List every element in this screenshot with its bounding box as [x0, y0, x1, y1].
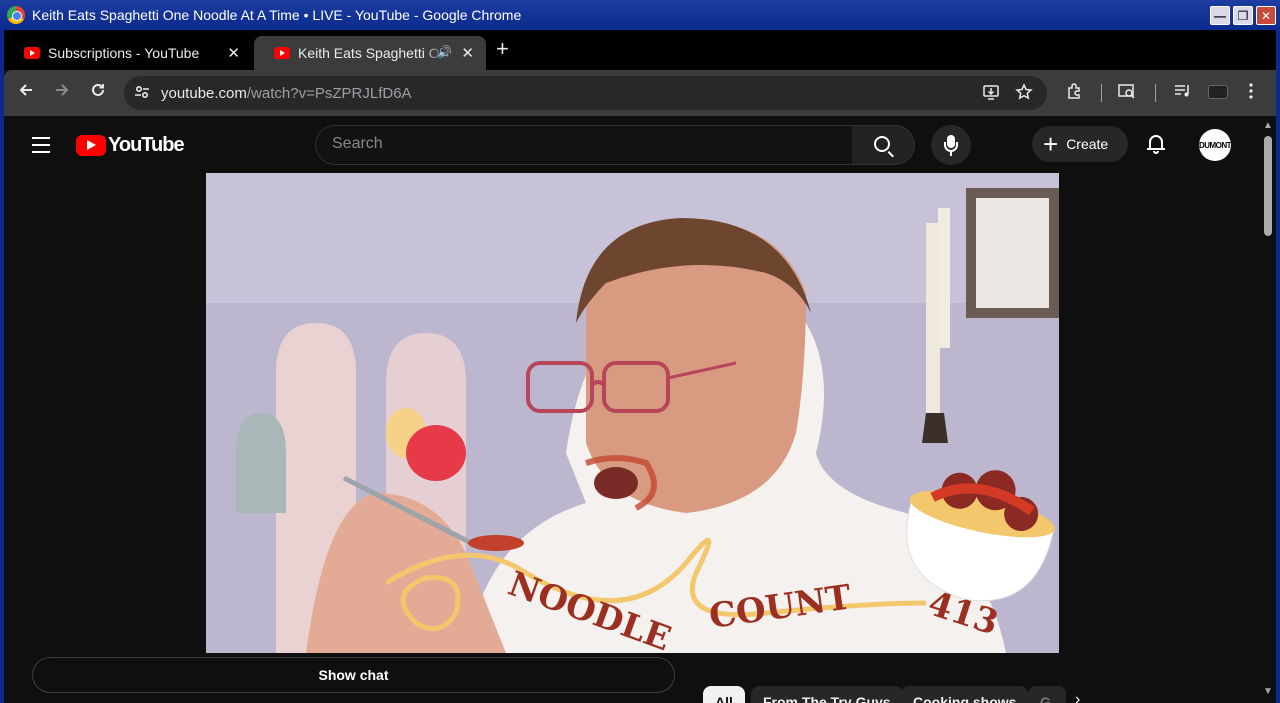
account-avatar[interactable]: DUMONT — [1199, 129, 1232, 161]
search-icon — [874, 136, 890, 152]
back-icon[interactable] — [18, 82, 34, 98]
reload-icon[interactable] — [90, 82, 106, 98]
chip-partial[interactable]: G — [1028, 686, 1066, 703]
create-label: Create — [1066, 136, 1109, 152]
video-frame: NOODLE COUNT 413 — [206, 173, 1059, 653]
masthead: YouTube + Create DUMONT — [4, 116, 1260, 173]
search-box[interactable] — [315, 125, 853, 165]
page-scrollbar[interactable]: ▲ ▼ — [1260, 116, 1276, 703]
window-title: Keith Eats Spaghetti One Noodle At A Tim… — [32, 7, 522, 23]
chrome-logo-icon — [7, 6, 25, 24]
chip-from-channel[interactable]: From The Try Guys — [751, 686, 903, 703]
show-chat-button[interactable]: Show chat — [32, 657, 675, 693]
youtube-logo[interactable]: YouTube — [76, 134, 185, 157]
scrollbar-thumb[interactable] — [1264, 136, 1272, 236]
notifications-bell-icon[interactable] — [1147, 134, 1165, 154]
install-app-icon[interactable] — [982, 83, 1000, 101]
window-titlebar: Keith Eats Spaghetti One Noodle At A Tim… — [0, 0, 1280, 30]
url-path: /watch?v=PsZPRJLfD6A — [246, 85, 412, 102]
toolbar-separator — [1101, 84, 1102, 102]
browser-toolbar: youtube.com/watch?v=PsZPRJLfD6A — [4, 70, 1276, 116]
menu-icon[interactable] — [32, 137, 50, 158]
maximize-button[interactable]: ❐ — [1233, 6, 1253, 25]
tab-label: Subscriptions - YouTube — [48, 45, 200, 61]
youtube-play-icon — [76, 135, 106, 156]
forward-icon[interactable] — [54, 82, 70, 98]
url-host: youtube.com — [161, 85, 247, 102]
extensions-icon[interactable] — [1066, 82, 1084, 100]
site-info-icon[interactable] — [134, 84, 150, 100]
voice-search-button[interactable] — [931, 125, 971, 165]
close-tab-icon[interactable]: ✕ — [461, 44, 474, 62]
video-player[interactable]: NOODLE COUNT 413 — [206, 173, 1059, 653]
tab-strip: Subscriptions - YouTube ✕ Keith Eats Spa… — [4, 30, 1276, 70]
scroll-down-icon[interactable]: ▼ — [1263, 686, 1273, 697]
more-menu-icon[interactable] — [1248, 82, 1254, 100]
chip-cooking-shows[interactable]: Cooking shows — [901, 686, 1029, 703]
youtube-page: YouTube + Create DUMONT — [4, 116, 1260, 703]
close-window-button[interactable]: ✕ — [1256, 6, 1276, 25]
logo-text: YouTube — [108, 134, 185, 156]
media-controls-icon[interactable] — [1174, 82, 1192, 100]
address-bar[interactable]: youtube.com/watch?v=PsZPRJLfD6A — [124, 76, 1047, 110]
tab-label: Keith Eats Spaghetti One Noodle At A Tim… — [298, 45, 446, 61]
below-video: Show chat All From The Try Guys Cooking … — [4, 653, 1260, 703]
speaker-icon[interactable]: 🔊 — [437, 45, 452, 59]
url-text[interactable]: youtube.com/watch?v=PsZPRJLfD6A — [161, 85, 412, 102]
bookmark-star-icon[interactable] — [1015, 83, 1033, 101]
tab-subscriptions[interactable]: Subscriptions - YouTube ✕ — [4, 36, 252, 70]
chip-all[interactable]: All — [703, 686, 745, 703]
profile-icon[interactable] — [1208, 85, 1228, 99]
plus-icon: + — [1043, 129, 1059, 159]
search-button[interactable] — [852, 125, 915, 165]
window-frame-right — [1276, 30, 1280, 703]
toolbar-separator — [1155, 84, 1156, 102]
close-tab-icon[interactable]: ✕ — [227, 44, 240, 62]
tab-active-video[interactable]: Keith Eats Spaghetti One Noodle At A Tim… — [254, 36, 486, 70]
create-button[interactable]: + Create — [1032, 126, 1128, 162]
new-tab-button[interactable]: + — [496, 38, 509, 60]
chevron-right-icon[interactable]: › — [1075, 691, 1080, 703]
tab-search-icon[interactable] — [1118, 82, 1136, 100]
minimize-button[interactable]: — — [1210, 6, 1230, 25]
scroll-up-icon[interactable]: ▲ — [1263, 120, 1273, 131]
youtube-favicon-icon — [274, 47, 290, 59]
search-input[interactable] — [332, 135, 832, 153]
youtube-favicon-icon — [24, 47, 40, 59]
